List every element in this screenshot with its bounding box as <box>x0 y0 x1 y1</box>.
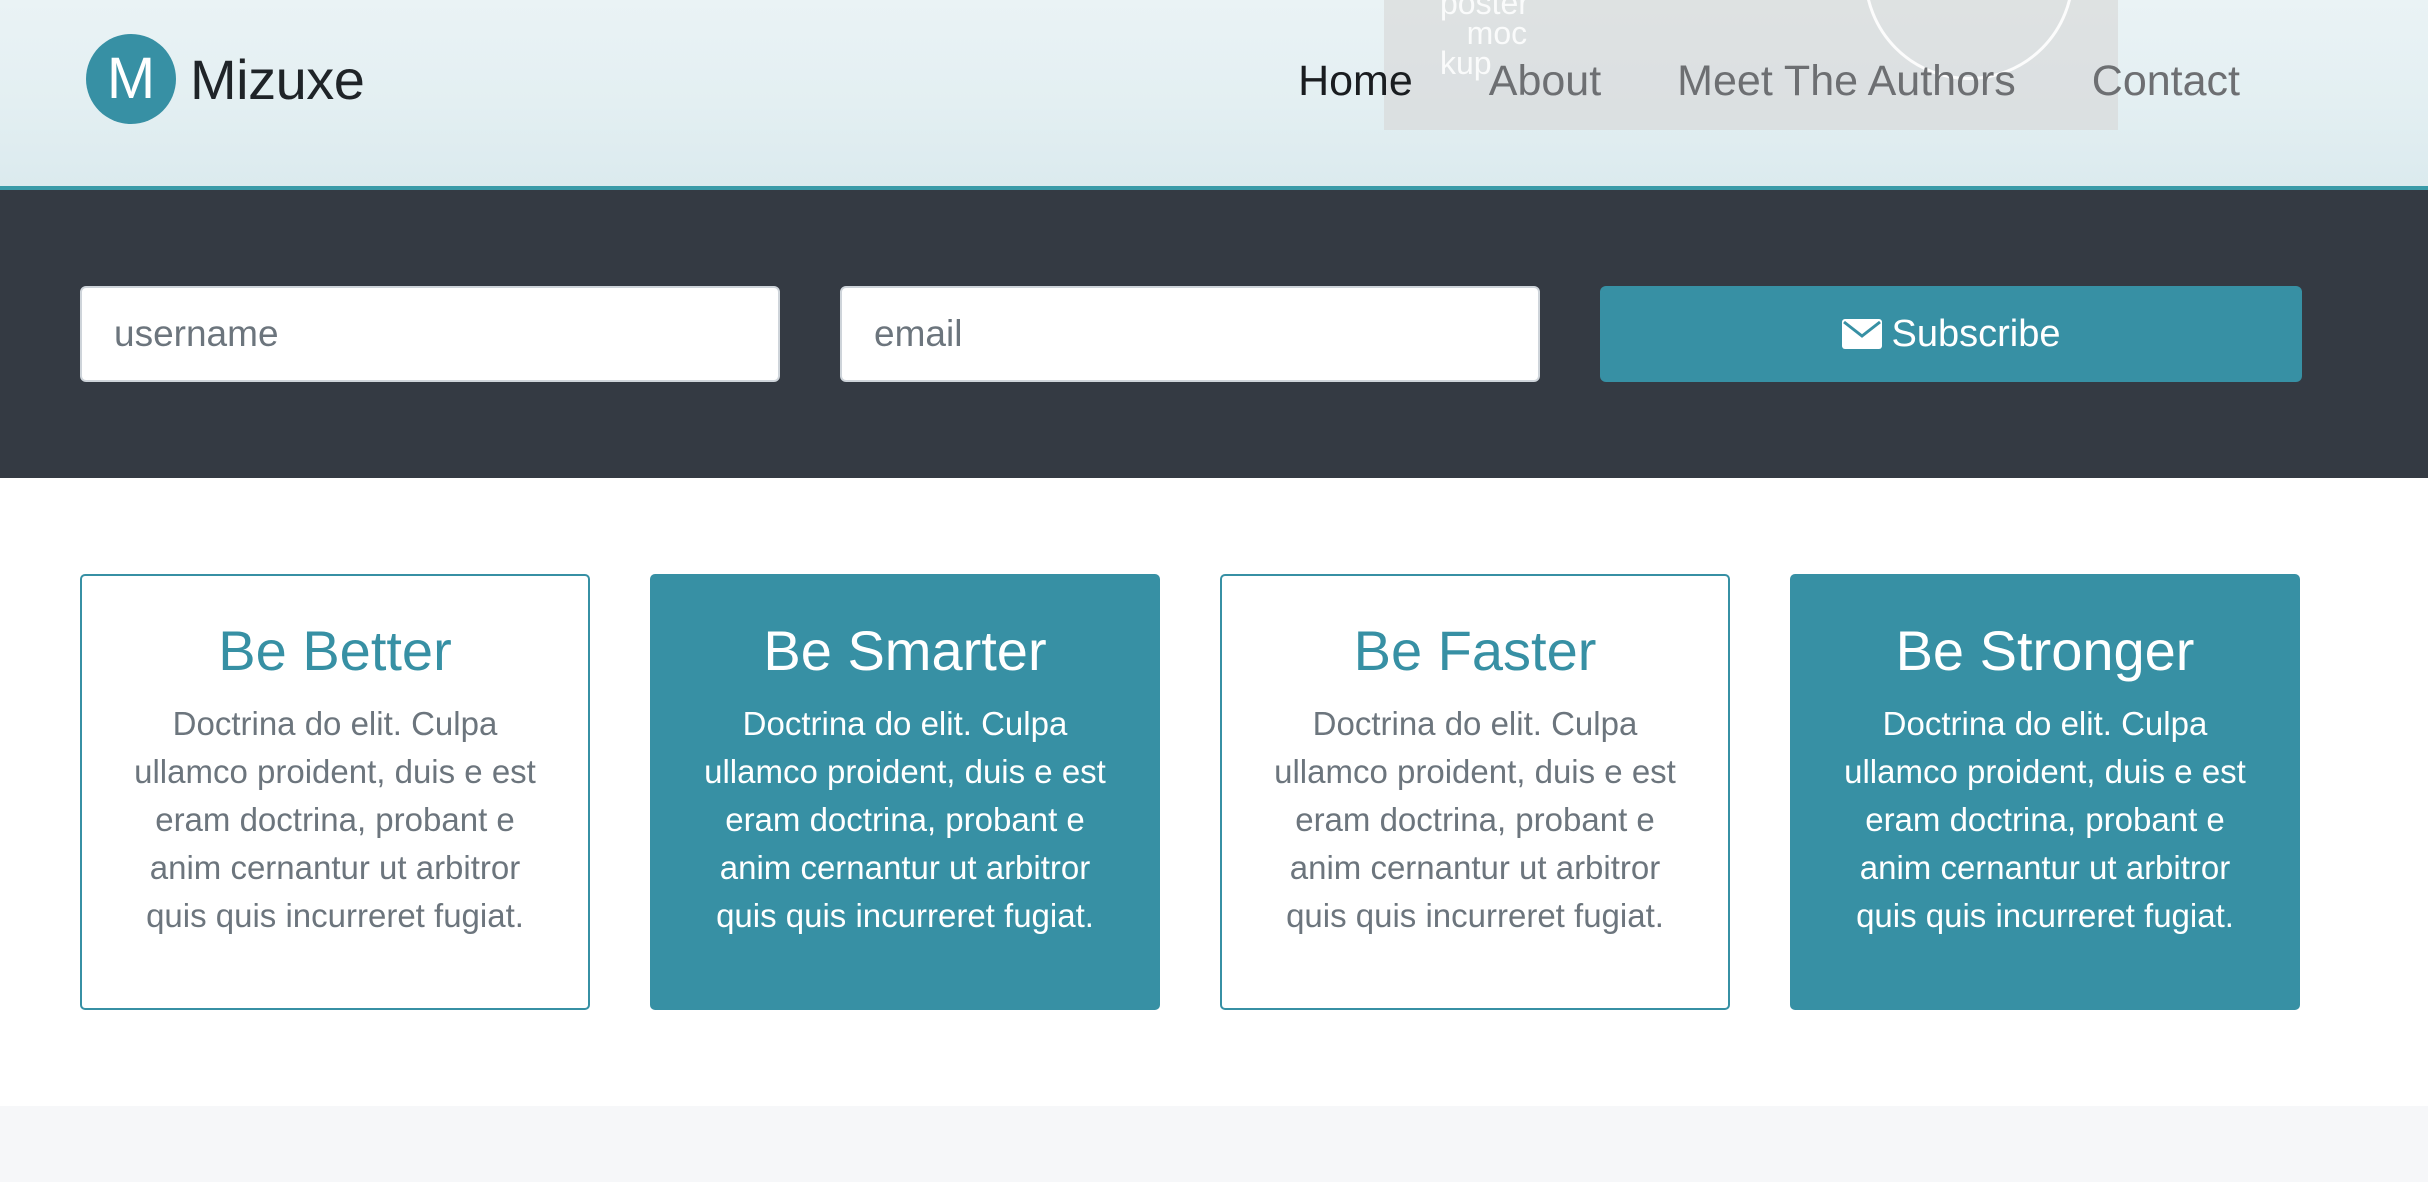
nav-item-about[interactable]: About <box>1489 52 1601 110</box>
card-text: Doctrina do elit. Culpa ullamco proident… <box>1274 705 1676 934</box>
card-text: Doctrina do elit. Culpa ullamco proident… <box>1844 705 2246 934</box>
card-title: Be Stronger <box>1895 619 2195 682</box>
nav-item-contact[interactable]: Contact <box>2092 52 2240 110</box>
feature-card-be-smarter: Be Smarter Doctrina do elit. Culpa ullam… <box>650 574 1160 1010</box>
feature-card-be-stronger: Be Stronger Doctrina do elit. Culpa ulla… <box>1790 574 2300 1010</box>
card-title: Be Better <box>218 619 452 682</box>
feature-cards-section: Be Better Doctrina do elit. Culpa ullamc… <box>0 478 2428 1106</box>
brand-home-link[interactable]: M Mizuxe <box>86 34 365 124</box>
feature-card-be-better: Be Better Doctrina do elit. Culpa ullamc… <box>80 574 590 1010</box>
card-text: Doctrina do elit. Culpa ullamco proident… <box>134 705 536 934</box>
main-nav: Home About Meet The Authors Contact <box>1298 52 2240 110</box>
card-text: Doctrina do elit. Culpa ullamco proident… <box>704 705 1106 934</box>
feature-card-be-faster: Be Faster Doctrina do elit. Culpa ullamc… <box>1220 574 1730 1010</box>
subscribe-section: Subscribe <box>0 190 2428 478</box>
next-section-band <box>0 1106 2428 1182</box>
card-title: Be Faster <box>1353 619 1597 682</box>
brand-name: Mizuxe <box>190 47 365 111</box>
nav-item-home[interactable]: Home <box>1298 52 1413 110</box>
card-title: Be Smarter <box>763 619 1047 682</box>
site-header: poster moc kup M Mizuxe Home About Meet T… <box>0 0 2428 190</box>
username-input[interactable] <box>80 286 780 382</box>
nav-item-meet-the-authors[interactable]: Meet The Authors <box>1677 52 2016 110</box>
subscribe-button-label: Subscribe <box>1891 312 2061 355</box>
brand-logo-icon: M <box>86 34 176 124</box>
email-input[interactable] <box>840 286 1540 382</box>
subscribe-button[interactable]: Subscribe <box>1600 286 2302 382</box>
envelope-icon <box>1841 319 1882 349</box>
